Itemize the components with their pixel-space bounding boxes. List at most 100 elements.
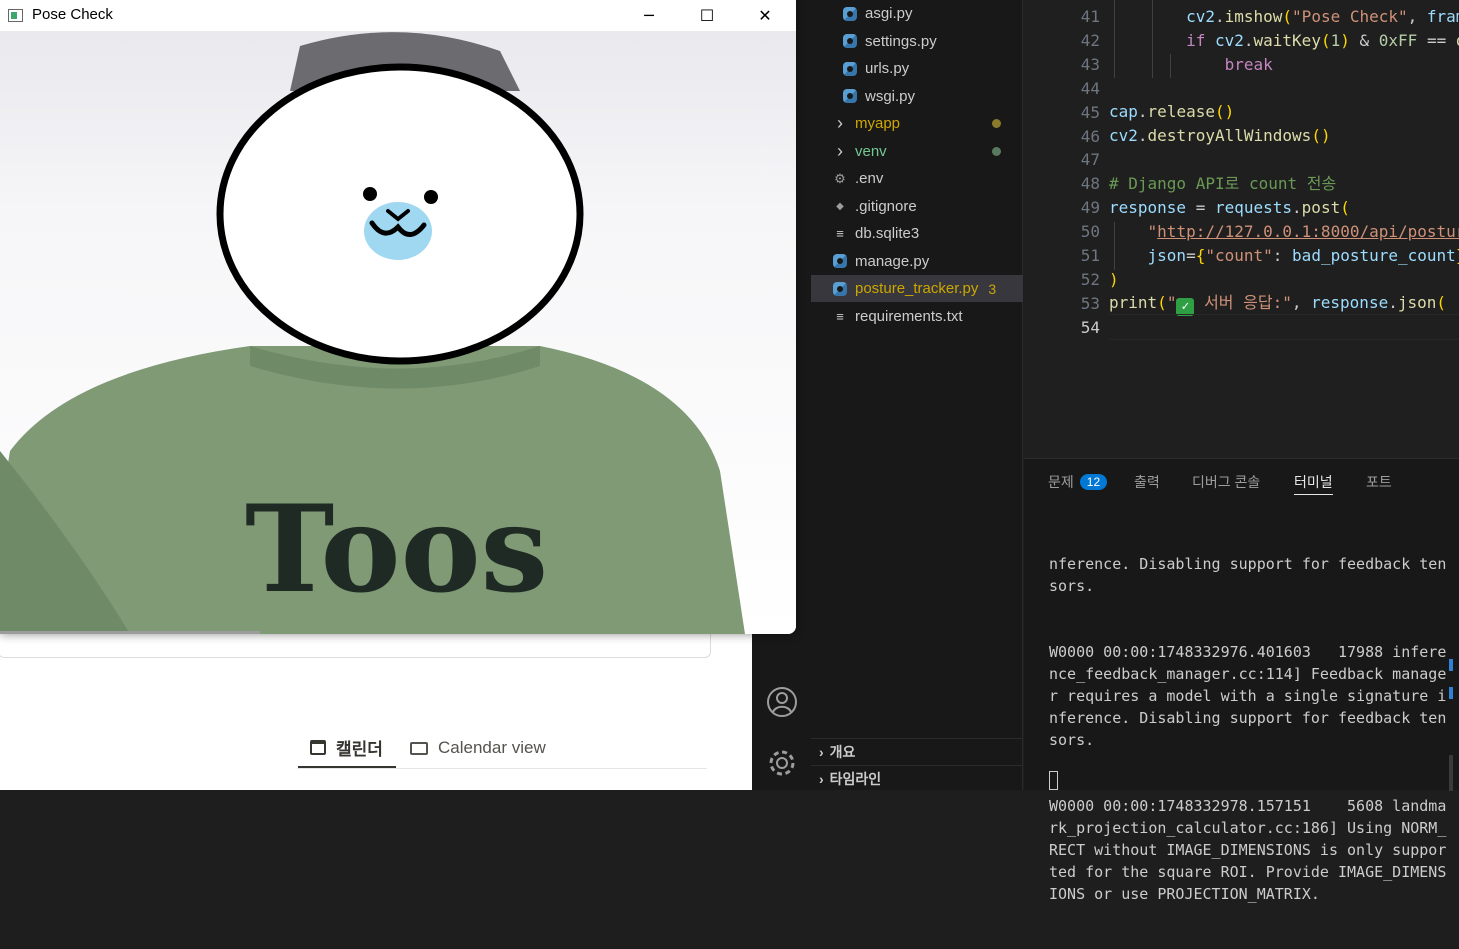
line-number: 52 <box>1080 269 1100 289</box>
folder-item[interactable]: › myapp <box>811 110 1023 137</box>
file-item-label: urls.py <box>865 60 910 77</box>
terminal-line: W0000 00:00:1748332976.401603 17988 infe… <box>1049 643 1447 749</box>
chevron-right-icon: › <box>837 113 843 133</box>
file-item[interactable]: wsgi.py <box>811 83 1023 110</box>
git-icon: ◆ <box>836 200 844 212</box>
python-file-icon <box>841 32 859 50</box>
minimize-icon: ─ <box>644 6 654 25</box>
tab-divider <box>297 768 707 769</box>
minimize-button[interactable]: ─ <box>620 0 678 31</box>
python-file-icon <box>841 60 859 78</box>
tab-problems-label: 문제 <box>1048 474 1074 490</box>
file-item-label: settings.py <box>865 32 937 50</box>
explorer-panel: asgi.py settings.py urls.py wsgi.py › myapp › v… <box>811 0 1023 790</box>
tab-calendar[interactable]: 캘린더 <box>298 728 396 768</box>
tab-calendar-label: 캘린더 <box>336 739 383 759</box>
line-number: 50 <box>1080 222 1100 242</box>
text-file-icon: ≡ <box>836 308 844 324</box>
code-editor[interactable]: 41 42 43 44 45 46 47 48 49 50 51 52 53 54 cv2.imshow(… <box>1024 0 1459 458</box>
scroll-marker <box>1449 659 1453 671</box>
file-item[interactable]: ≡ db.sqlite3 <box>811 220 1023 247</box>
calendar-icon <box>310 739 326 755</box>
file-item-label: posture_tracker.py <box>855 280 979 297</box>
line-number: 45 <box>1080 102 1100 122</box>
file-item-label: venv <box>855 142 887 160</box>
chevron-right-icon: › <box>819 771 824 787</box>
line-number: 51 <box>1080 246 1100 265</box>
file-item-label: manage.py <box>855 252 930 270</box>
terminal-cursor <box>1049 771 1058 790</box>
modified-dot <box>992 119 1001 128</box>
account-icon[interactable] <box>766 686 798 718</box>
tab-debug-console[interactable]: 디버그 콘솔 <box>1192 469 1260 495</box>
camera-frame-image: Toos <box>0 32 745 634</box>
folder-item[interactable]: › venv <box>811 138 1023 165</box>
file-item[interactable]: asgi.py <box>811 0 1023 27</box>
python-file-icon <box>831 252 849 270</box>
file-item[interactable]: manage.py <box>811 248 1023 275</box>
section-timeline-label: 타임라인 <box>829 771 882 787</box>
problems-count-badge: 12 <box>1079 474 1108 490</box>
close-button[interactable]: ✕ <box>736 0 794 31</box>
file-item[interactable]: ⚙ .env <box>811 165 1023 192</box>
camera-feed: Toos <box>0 31 796 634</box>
tab-calendar-view-label: Calendar view <box>438 738 546 757</box>
tab-problems[interactable]: 문제 12 <box>1048 469 1108 495</box>
file-item[interactable]: ≡ requirements.txt <box>811 303 1023 330</box>
line-number: 44 <box>1080 78 1100 98</box>
file-item[interactable]: posture_tracker.py 3 <box>811 275 1023 302</box>
file-item-label: requirements.txt <box>855 307 963 325</box>
app-window-icon <box>8 9 23 22</box>
section-outline[interactable]: › 개요 <box>811 738 1023 765</box>
section-timeline[interactable]: › 타임라인 <box>811 765 1023 792</box>
bottom-panel: 문제 12 출력 디버그 콘솔 터미널 포트 nference. Disabli… <box>1024 458 1459 903</box>
text-file-icon: ≡ <box>836 226 844 241</box>
tab-calendar-view[interactable]: Calendar view <box>410 728 570 768</box>
line-number: 41 <box>1080 7 1100 26</box>
gear-icon: ⚙ <box>834 170 846 186</box>
file-item-label: db.sqlite3 <box>855 225 920 242</box>
calendar-view-icon <box>410 741 428 755</box>
line-number: 46 <box>1080 126 1100 146</box>
section-outline-label: 개요 <box>829 744 856 760</box>
file-item-label: asgi.py <box>865 5 913 22</box>
chevron-right-icon: › <box>837 140 843 161</box>
tab-terminal[interactable]: 터미널 <box>1294 469 1333 495</box>
file-item[interactable]: settings.py <box>811 28 1023 55</box>
modified-dot <box>992 146 1001 156</box>
line-number: 54 <box>1080 317 1100 337</box>
python-file-icon <box>841 5 859 23</box>
chevron-right-icon: › <box>819 744 824 760</box>
terminal-line: W0000 00:00:1748332978.157151 5608 landm… <box>1049 797 1447 903</box>
line-number: 47 <box>1080 150 1100 170</box>
file-item-label: .env <box>855 170 884 187</box>
problem-count-badge: 3 <box>988 280 997 297</box>
line-number: 49 <box>1080 198 1100 218</box>
terminal-scrollbar[interactable] <box>1449 755 1453 791</box>
file-item[interactable]: ◆ .gitignore <box>811 193 1023 220</box>
scroll-marker <box>1449 687 1453 699</box>
line-number: 48 <box>1080 174 1100 194</box>
python-file-icon <box>841 87 859 105</box>
sweater-lettering: Toos <box>245 479 548 620</box>
gear-icon[interactable] <box>766 747 798 779</box>
window-title: Pose Check <box>32 6 113 23</box>
terminal-output[interactable]: nference. Disabling support for feedback… <box>1049 509 1449 949</box>
line-number: 42 <box>1080 30 1100 50</box>
python-file-icon <box>831 280 849 298</box>
file-item-label: .gitignore <box>855 197 917 215</box>
file-item-label: myapp <box>855 115 901 132</box>
current-line-highlight <box>1109 314 1459 340</box>
terminal-line: nference. Disabling support for feedback… <box>1049 555 1447 595</box>
line-number: 43 <box>1080 54 1100 74</box>
file-item-label: wsgi.py <box>865 87 916 105</box>
maximize-button[interactable]: ☐ <box>678 0 736 31</box>
window-titlebar[interactable]: Pose Check ─ ☐ ✕ <box>0 0 796 31</box>
tab-ports[interactable]: 포트 <box>1366 469 1392 495</box>
maximize-icon: ☐ <box>699 6 715 25</box>
line-number: 53 <box>1080 293 1100 313</box>
file-item[interactable]: urls.py <box>811 55 1023 82</box>
pose-check-window[interactable]: Pose Check ─ ☐ ✕ Toos <box>0 0 796 634</box>
tab-output[interactable]: 출력 <box>1134 469 1160 495</box>
close-icon: ✕ <box>758 6 772 25</box>
